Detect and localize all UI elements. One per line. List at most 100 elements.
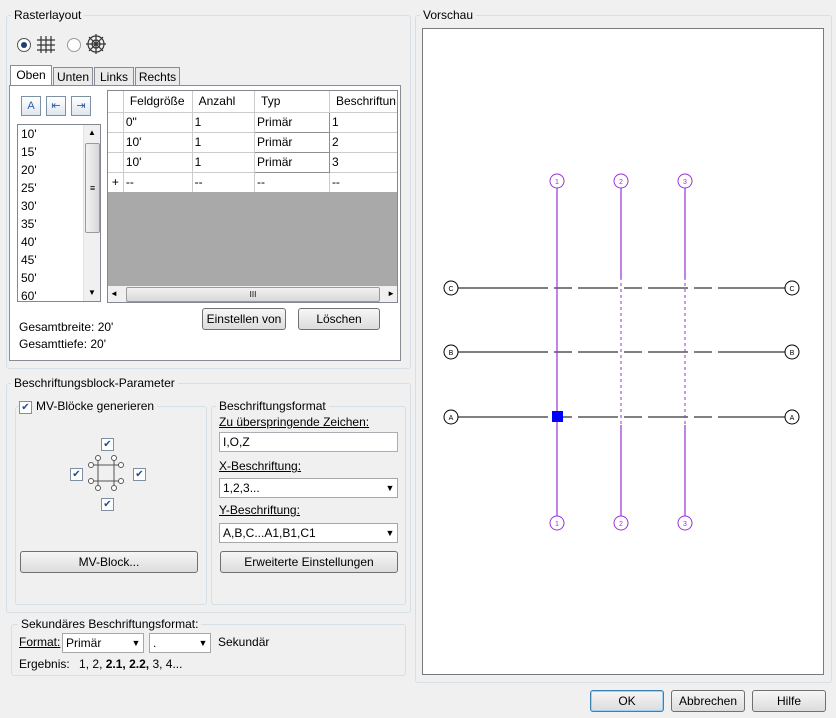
top-bubble-checkbox[interactable]: ✔ (101, 438, 114, 451)
left-bubble-checkbox[interactable]: ✔ (70, 468, 83, 481)
x-label-value: 1,2,3... (223, 481, 260, 495)
format-value: Primär (66, 636, 102, 650)
size-list-item[interactable]: 20' (18, 161, 86, 179)
row-bubble: A (443, 409, 459, 425)
tab-unten[interactable]: Unten (53, 67, 93, 85)
scroll-down-icon[interactable]: ▼ (84, 285, 100, 301)
bubble-text: C (789, 286, 794, 293)
row-bubble: B (784, 344, 800, 360)
set-from-button[interactable]: Einstellen von (202, 308, 286, 330)
right-bubble-checkbox[interactable]: ✔ (133, 468, 146, 481)
scroll-left-icon[interactable]: ◄ (110, 286, 118, 302)
insert-row-icon[interactable]: ⇤ (46, 96, 66, 116)
table-row[interactable]: 10' 1 Primär 2 (108, 131, 397, 153)
radial-radio[interactable] (67, 38, 81, 52)
cell-size[interactable]: 10' (123, 132, 193, 153)
scroll-right-icon[interactable]: ► (387, 286, 395, 302)
result-part-c: 3, 4... (149, 657, 183, 671)
table-row[interactable]: 10' 1 Primär 3 (108, 151, 397, 173)
column-bubble: 1 (549, 515, 565, 531)
row-bubble: C (784, 280, 800, 296)
preview-canvas: 1 2 3 1 2 3 C C B B A A (422, 28, 824, 675)
edit-label-icon[interactable]: A (21, 96, 41, 116)
tab-links[interactable]: Links (94, 67, 134, 85)
col-header-size[interactable]: Feldgröße (123, 91, 193, 113)
help-button[interactable]: Hilfe (752, 690, 826, 712)
cell-label[interactable]: 2 (329, 132, 397, 153)
cell-count[interactable]: 1 (192, 132, 256, 153)
scroll-thumb[interactable]: ≡ (85, 143, 100, 233)
cell-label[interactable]: 1 (329, 112, 397, 133)
bubble-text: 1 (555, 179, 559, 186)
orthogonal-radio[interactable] (17, 38, 31, 52)
append-row-icon[interactable]: ⇥ (71, 96, 91, 116)
cell-size[interactable]: 0" (123, 112, 193, 133)
bubble-text: 1 (555, 521, 559, 528)
size-list[interactable]: 10' 15' 20' 25' 30' 35' 40' 45' 50' 60' … (17, 124, 101, 302)
spacing-table[interactable]: Feldgröße Anzahl Typ Beschriftun 0" 1 Pr… (107, 90, 398, 303)
size-list-item[interactable]: 25' (18, 179, 86, 197)
col-header-label[interactable]: Beschriftun (329, 91, 397, 113)
new-row[interactable]: + -- -- -- -- (108, 172, 397, 192)
result-row: Ergebnis: 1, 2, 2.1, 2.2, 3, 4... (19, 657, 182, 671)
help-label: Hilfe (776, 694, 801, 708)
separator-select[interactable]: . ▼ (149, 633, 211, 653)
cell-type[interactable]: Primär (254, 111, 330, 133)
ok-label: OK (618, 694, 636, 708)
size-list-item[interactable]: 50' (18, 269, 86, 287)
scroll-hthumb[interactable]: III (126, 287, 380, 302)
y-label-caption: Y-Beschriftung: (219, 503, 300, 517)
cell-count[interactable]: 1 (192, 112, 256, 133)
advanced-settings-button[interactable]: Erweiterte Einstellungen (220, 551, 398, 573)
mv-block-button[interactable]: MV-Block... (20, 551, 198, 573)
tab-oben[interactable]: Oben (10, 65, 52, 86)
bubble-text: 3 (683, 179, 687, 186)
y-label-select[interactable]: A,B,C...A1,B1,C1 ▼ (219, 523, 398, 543)
col-header-type[interactable]: Typ (254, 91, 330, 113)
size-list-item[interactable]: 15' (18, 143, 86, 161)
cell-type[interactable]: -- (254, 172, 330, 192)
preview-title: Vorschau (420, 8, 477, 22)
cell-size[interactable]: -- (123, 172, 193, 192)
bottom-bubble-checkbox[interactable]: ✔ (101, 498, 114, 511)
size-list-item[interactable]: 35' (18, 215, 86, 233)
cell-type[interactable]: Primär (254, 151, 330, 173)
column-bubble: 3 (677, 515, 693, 531)
cell-type[interactable]: Primär (254, 131, 330, 153)
table-hscrollbar[interactable]: ◄ III ► (108, 286, 397, 302)
y-label-value: A,B,C...A1,B1,C1 (223, 526, 316, 540)
bubble-text: 3 (683, 521, 687, 528)
skip-chars-input[interactable]: I,O,Z (219, 432, 398, 452)
size-list-item[interactable]: 60' (18, 287, 86, 301)
size-list-item[interactable]: 10' (18, 125, 86, 143)
cell-label[interactable]: -- (329, 172, 397, 192)
result-label: Ergebnis: (19, 657, 70, 671)
cell-count[interactable]: 1 (192, 152, 256, 173)
format-select[interactable]: Primär ▼ (62, 633, 144, 653)
cell-label[interactable]: 3 (329, 152, 397, 173)
cell-count[interactable]: -- (192, 172, 256, 192)
label-block-title: Beschriftungsblock-Parameter (11, 376, 178, 390)
total-width: Gesamtbreite: 20' (19, 320, 114, 334)
cell-size[interactable]: 10' (123, 152, 193, 173)
size-list-item[interactable]: 45' (18, 251, 86, 269)
scroll-up-icon[interactable]: ▲ (84, 125, 100, 141)
size-list-scrollbar[interactable]: ▲ ≡ ▼ (83, 125, 100, 301)
col-header-count[interactable]: Anzahl (192, 91, 256, 113)
row-bubble: B (443, 344, 459, 360)
cancel-button[interactable]: Abbrechen (671, 690, 745, 712)
selected-point-marker[interactable] (552, 411, 563, 422)
row-header-corner (108, 91, 124, 113)
table-row[interactable]: 0" 1 Primär 1 (108, 111, 397, 133)
bubble-position-icon (88, 455, 124, 491)
bubble-text: C (448, 286, 453, 293)
x-label-select[interactable]: 1,2,3... ▼ (219, 478, 398, 498)
tab-rechts[interactable]: Rechts (135, 67, 180, 85)
size-list-item[interactable]: 40' (18, 233, 86, 251)
delete-label: Löschen (316, 312, 362, 326)
bubble-text: B (790, 350, 795, 357)
size-list-item[interactable]: 30' (18, 197, 86, 215)
ok-button[interactable]: OK (590, 690, 664, 712)
delete-button[interactable]: Löschen (298, 308, 380, 330)
generate-mv-checkbox[interactable]: ✔ (19, 401, 32, 414)
